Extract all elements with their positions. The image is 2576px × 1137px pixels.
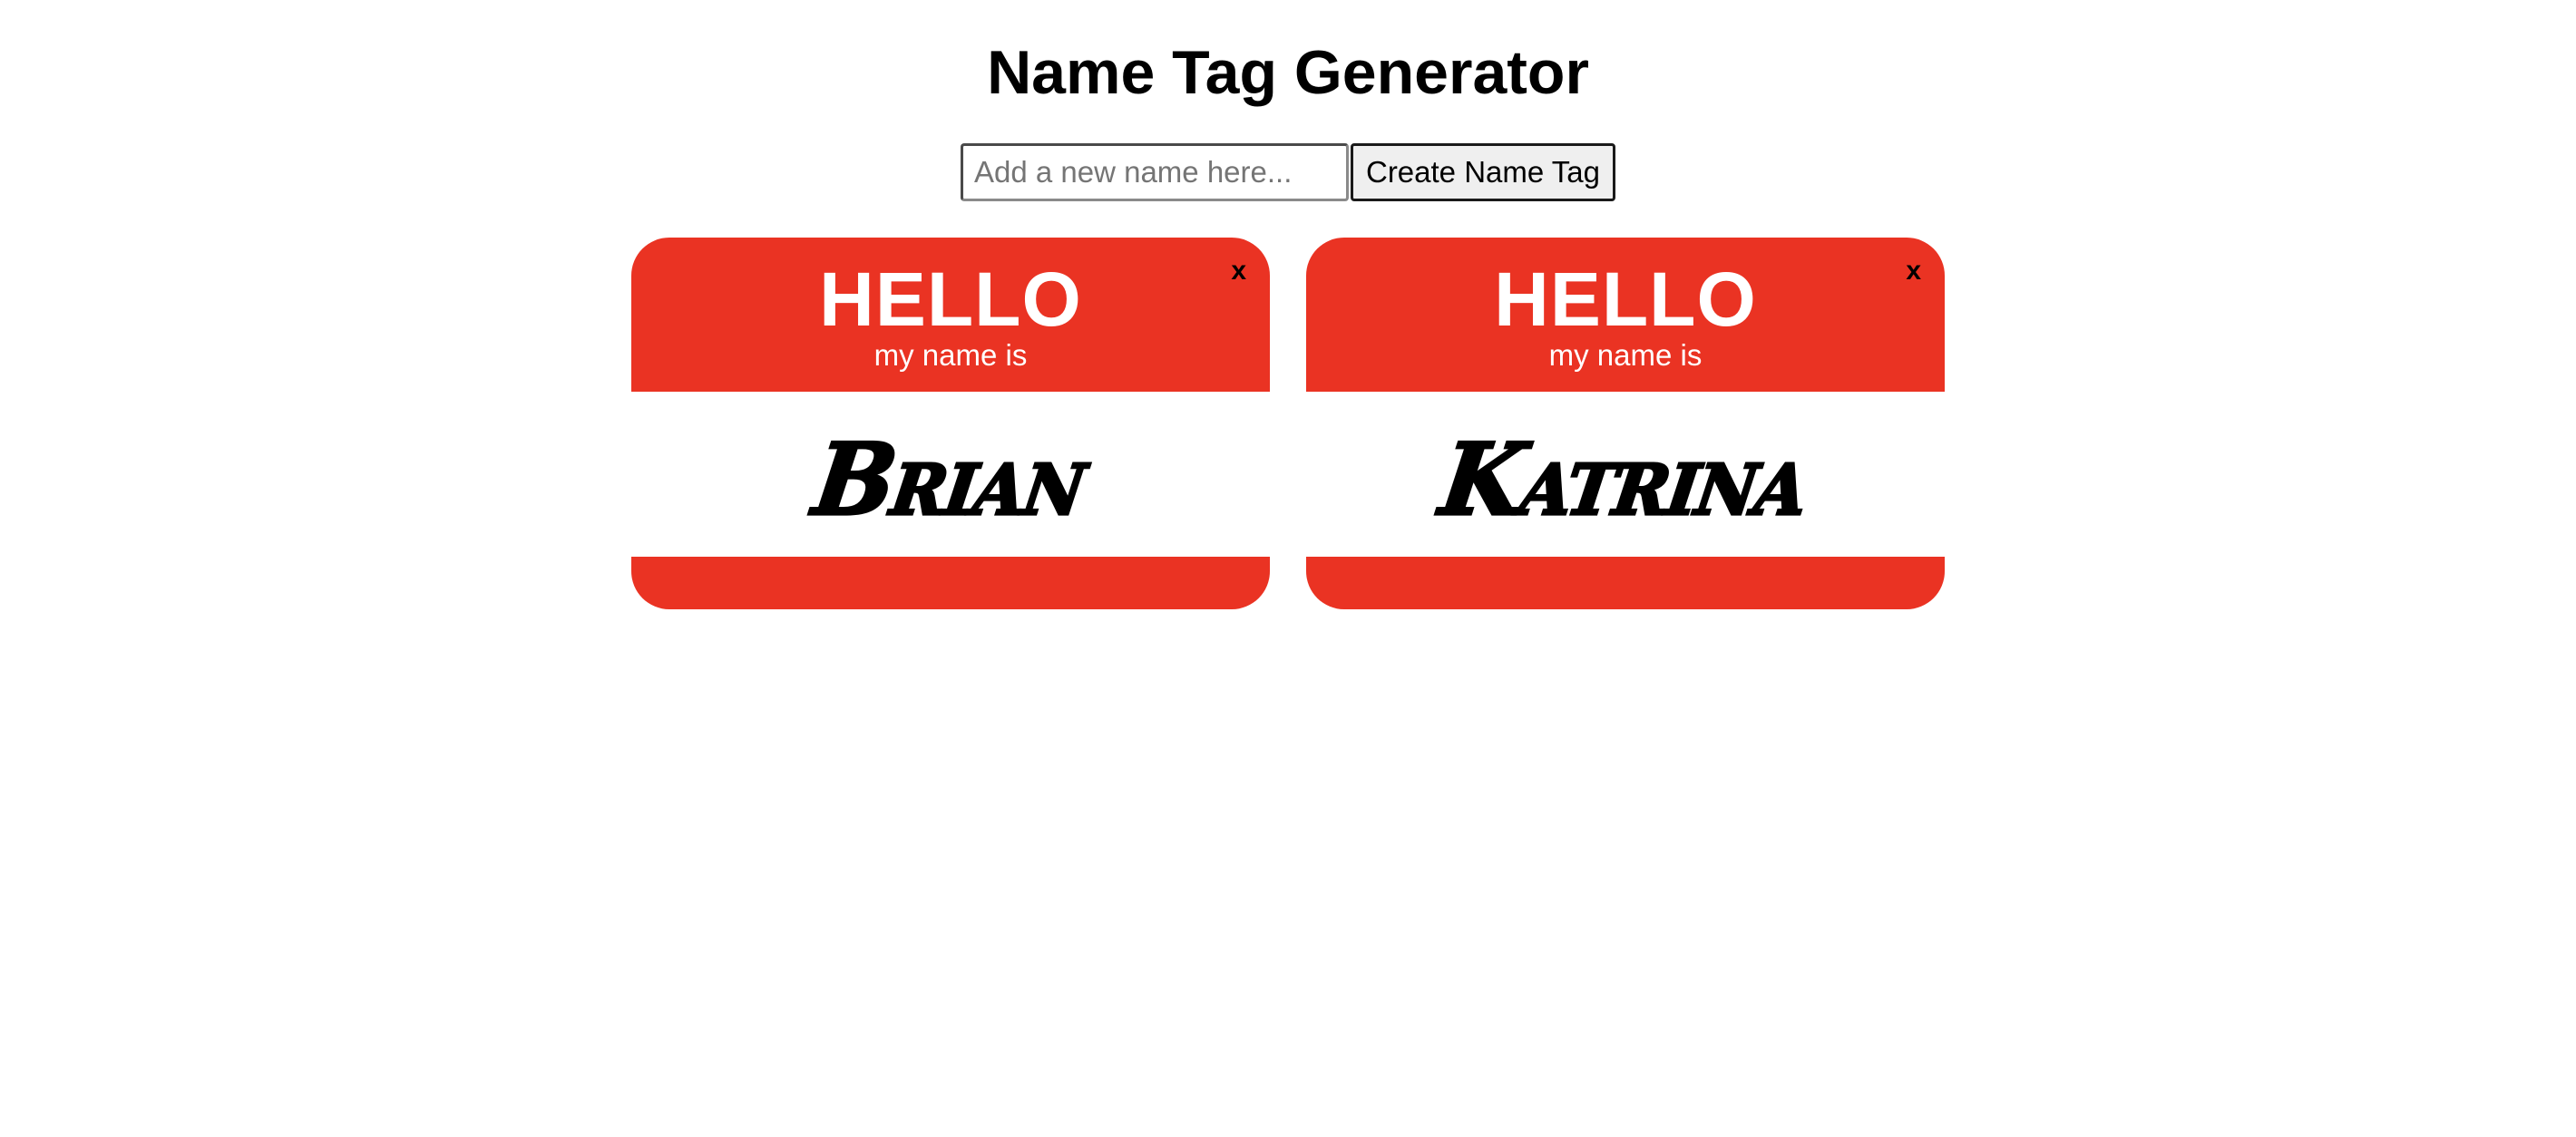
hello-text: HELLO (1494, 257, 1757, 342)
name-form: Create Name Tag (0, 143, 2576, 201)
name-tag-body: Brian (631, 392, 1270, 557)
name-tag-body: Katrina (1306, 392, 1945, 557)
delete-tag-button[interactable]: x (1231, 258, 1246, 285)
name-tag-list: HELLO my name is x Brian HELLO my name i… (0, 238, 2576, 609)
name-tag-header: HELLO my name is x (631, 238, 1270, 392)
create-name-tag-button[interactable]: Create Name Tag (1350, 143, 1616, 201)
name-tag: HELLO my name is x Katrina (1306, 238, 1945, 609)
my-name-is-text: my name is (873, 338, 1028, 372)
app: Name Tag Generator Create Name Tag HELLO… (0, 0, 2576, 1137)
hello-text: HELLO (819, 257, 1082, 342)
name-tag: HELLO my name is x Brian (631, 238, 1270, 609)
page-title: Name Tag Generator (987, 38, 1589, 107)
my-name-is-text: my name is (1548, 338, 1703, 372)
name-input[interactable] (960, 143, 1349, 201)
tag-name: Brian (806, 419, 1094, 539)
delete-tag-button[interactable]: x (1906, 258, 1921, 285)
name-tag-header: HELLO my name is x (1306, 238, 1945, 392)
tag-name: Katrina (1433, 419, 1817, 539)
